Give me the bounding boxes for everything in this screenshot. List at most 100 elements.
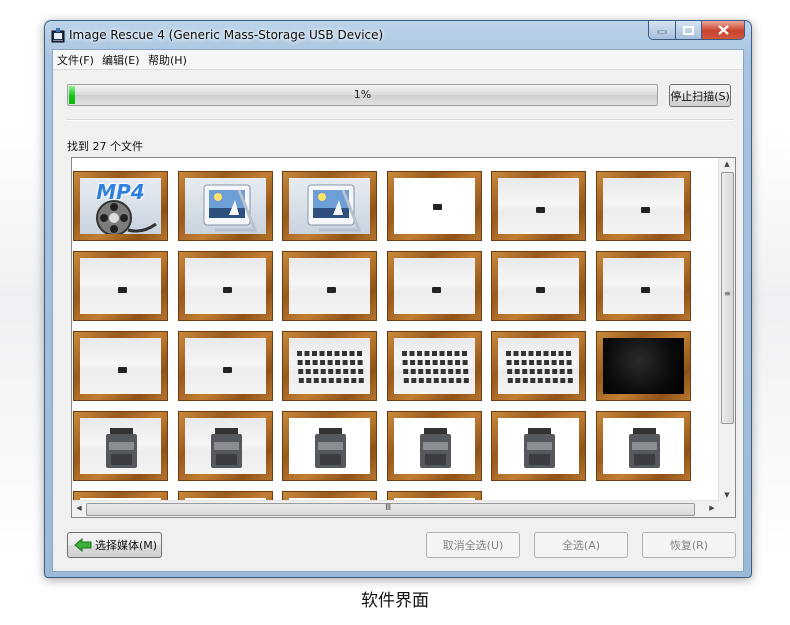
close-icon — [717, 25, 729, 35]
file-thumbnail[interactable] — [596, 411, 691, 481]
thumbnail-preview — [185, 178, 266, 234]
thumbnail-preview — [289, 178, 370, 234]
thumbnail-preview — [394, 418, 475, 474]
menu-help[interactable]: 帮助(H) — [148, 52, 187, 68]
file-thumbnail[interactable] — [387, 331, 482, 401]
scroll-up-icon[interactable]: ▲ — [720, 160, 734, 168]
thumbnail-preview — [185, 418, 266, 474]
image-file-icon — [203, 184, 258, 232]
thumbnail-preview — [394, 338, 475, 394]
file-thumbnail[interactable] — [491, 171, 586, 241]
close-button[interactable] — [702, 21, 745, 40]
recover-button[interactable]: 恢复(R) — [642, 532, 736, 558]
caption: 软件界面 — [361, 591, 429, 611]
card-reader-icon — [629, 428, 660, 468]
thumbnail-preview — [394, 258, 475, 314]
card-reader-icon — [315, 428, 346, 468]
thumbnail-preview — [498, 338, 579, 394]
file-thumbnail[interactable] — [73, 331, 168, 401]
file-thumbnail[interactable] — [596, 331, 691, 401]
thumbnail-preview — [603, 338, 684, 394]
file-thumbnail[interactable] — [282, 251, 377, 321]
grip-icon: ≡ — [724, 289, 731, 298]
grip-icon: Ⅲ — [385, 503, 392, 513]
app-window: Image Rescue 4 (Generic Mass-Storage USB… — [44, 20, 752, 578]
file-thumbnail[interactable] — [491, 331, 586, 401]
select-media-button[interactable]: 选择媒体(M) — [67, 532, 162, 558]
sd-card-icon — [223, 367, 232, 373]
thumbnail-preview — [498, 258, 579, 314]
card-reader-icon — [524, 428, 555, 468]
file-thumbnail[interactable] — [178, 331, 273, 401]
client-area: 文件(F) 编辑(E) 帮助(H) 1% 停止扫描(S) 找到 27 个文件 M… — [52, 49, 744, 572]
scroll-down-icon[interactable]: ▼ — [720, 491, 734, 499]
window-title: Image Rescue 4 (Generic Mass-Storage USB… — [69, 28, 384, 42]
sd-card-icon — [536, 287, 545, 293]
deselect-all-button[interactable]: 取消全选(U) — [426, 532, 520, 558]
file-thumbnail[interactable] — [596, 251, 691, 321]
sd-card-icon — [327, 287, 336, 293]
sd-card-icon — [536, 207, 545, 213]
window-controls — [648, 21, 745, 41]
title-bar[interactable]: Image Rescue 4 (Generic Mass-Storage USB… — [45, 21, 751, 49]
menu-file[interactable]: 文件(F) — [57, 52, 94, 68]
select-media-label: 选择媒体(M) — [95, 539, 158, 552]
thumbnail-preview — [603, 418, 684, 474]
file-thumbnail[interactable] — [73, 411, 168, 481]
maximize-button[interactable] — [676, 21, 702, 40]
vertical-scroll-thumb[interactable]: ≡ — [721, 172, 734, 424]
scroll-corner — [719, 501, 735, 517]
vertical-scrollbar[interactable]: ▲ ≡ ▼ — [718, 158, 735, 501]
minimize-button[interactable] — [648, 21, 676, 40]
thumbnail-preview — [498, 178, 579, 234]
image-file-icon — [307, 184, 362, 232]
card-reader-icon — [106, 428, 137, 468]
file-thumbnail[interactable] — [178, 411, 273, 481]
file-thumbnail[interactable] — [178, 171, 273, 241]
file-thumbnail[interactable] — [387, 411, 482, 481]
thumbnail-preview — [80, 258, 161, 314]
horizontal-scrollbar[interactable]: ◀ Ⅲ ▶ — [72, 500, 719, 517]
file-thumbnail[interactable] — [282, 411, 377, 481]
sd-cards-grid-icon — [402, 351, 469, 383]
file-thumbnail[interactable] — [282, 171, 377, 241]
scroll-right-icon[interactable]: ▶ — [705, 504, 719, 512]
file-thumbnail[interactable] — [491, 411, 586, 481]
select-all-button[interactable]: 全选(A) — [534, 532, 628, 558]
stop-scan-button[interactable]: 停止扫描(S) — [669, 84, 731, 107]
thumbnail-grid[interactable]: MP4 ▲ ≡ ▼ ◀ Ⅲ ▶ — [71, 157, 736, 518]
sd-card-icon — [641, 287, 650, 293]
thumbnail-preview — [80, 418, 161, 474]
card-reader-icon — [420, 428, 451, 468]
sd-card-icon — [432, 287, 441, 293]
sd-card-icon — [433, 204, 442, 210]
horizontal-scroll-thumb[interactable]: Ⅲ — [86, 503, 695, 516]
file-thumbnail[interactable] — [178, 251, 273, 321]
sd-cards-grid-icon — [506, 351, 573, 383]
file-thumbnail[interactable] — [491, 251, 586, 321]
thumbnail-preview — [289, 418, 370, 474]
thumbnail-preview — [289, 258, 370, 314]
sd-card-icon — [118, 367, 127, 373]
divider — [67, 119, 734, 121]
file-thumbnail[interactable] — [73, 251, 168, 321]
scroll-left-icon[interactable]: ◀ — [72, 504, 86, 512]
sd-card-icon — [118, 287, 127, 293]
file-thumbnail[interactable] — [282, 331, 377, 401]
menu-edit[interactable]: 编辑(E) — [102, 52, 140, 68]
sd-cards-grid-icon — [297, 351, 364, 383]
thumbnail-preview — [185, 338, 266, 394]
thumbnail-preview — [185, 258, 266, 314]
thumbnail-preview — [80, 338, 161, 394]
file-thumbnail[interactable]: MP4 — [73, 171, 168, 241]
thumbnail-preview — [289, 338, 370, 394]
minimize-icon — [657, 30, 667, 34]
found-files-count: 找到 27 个文件 — [67, 140, 143, 153]
file-thumbnail[interactable] — [387, 171, 482, 241]
scan-progress-text: 1% — [353, 88, 372, 101]
sd-card-icon — [223, 287, 232, 293]
thumbnail-preview — [498, 418, 579, 474]
file-thumbnail[interactable] — [596, 171, 691, 241]
file-thumbnail[interactable] — [387, 251, 482, 321]
thumbnail-preview — [603, 258, 684, 314]
